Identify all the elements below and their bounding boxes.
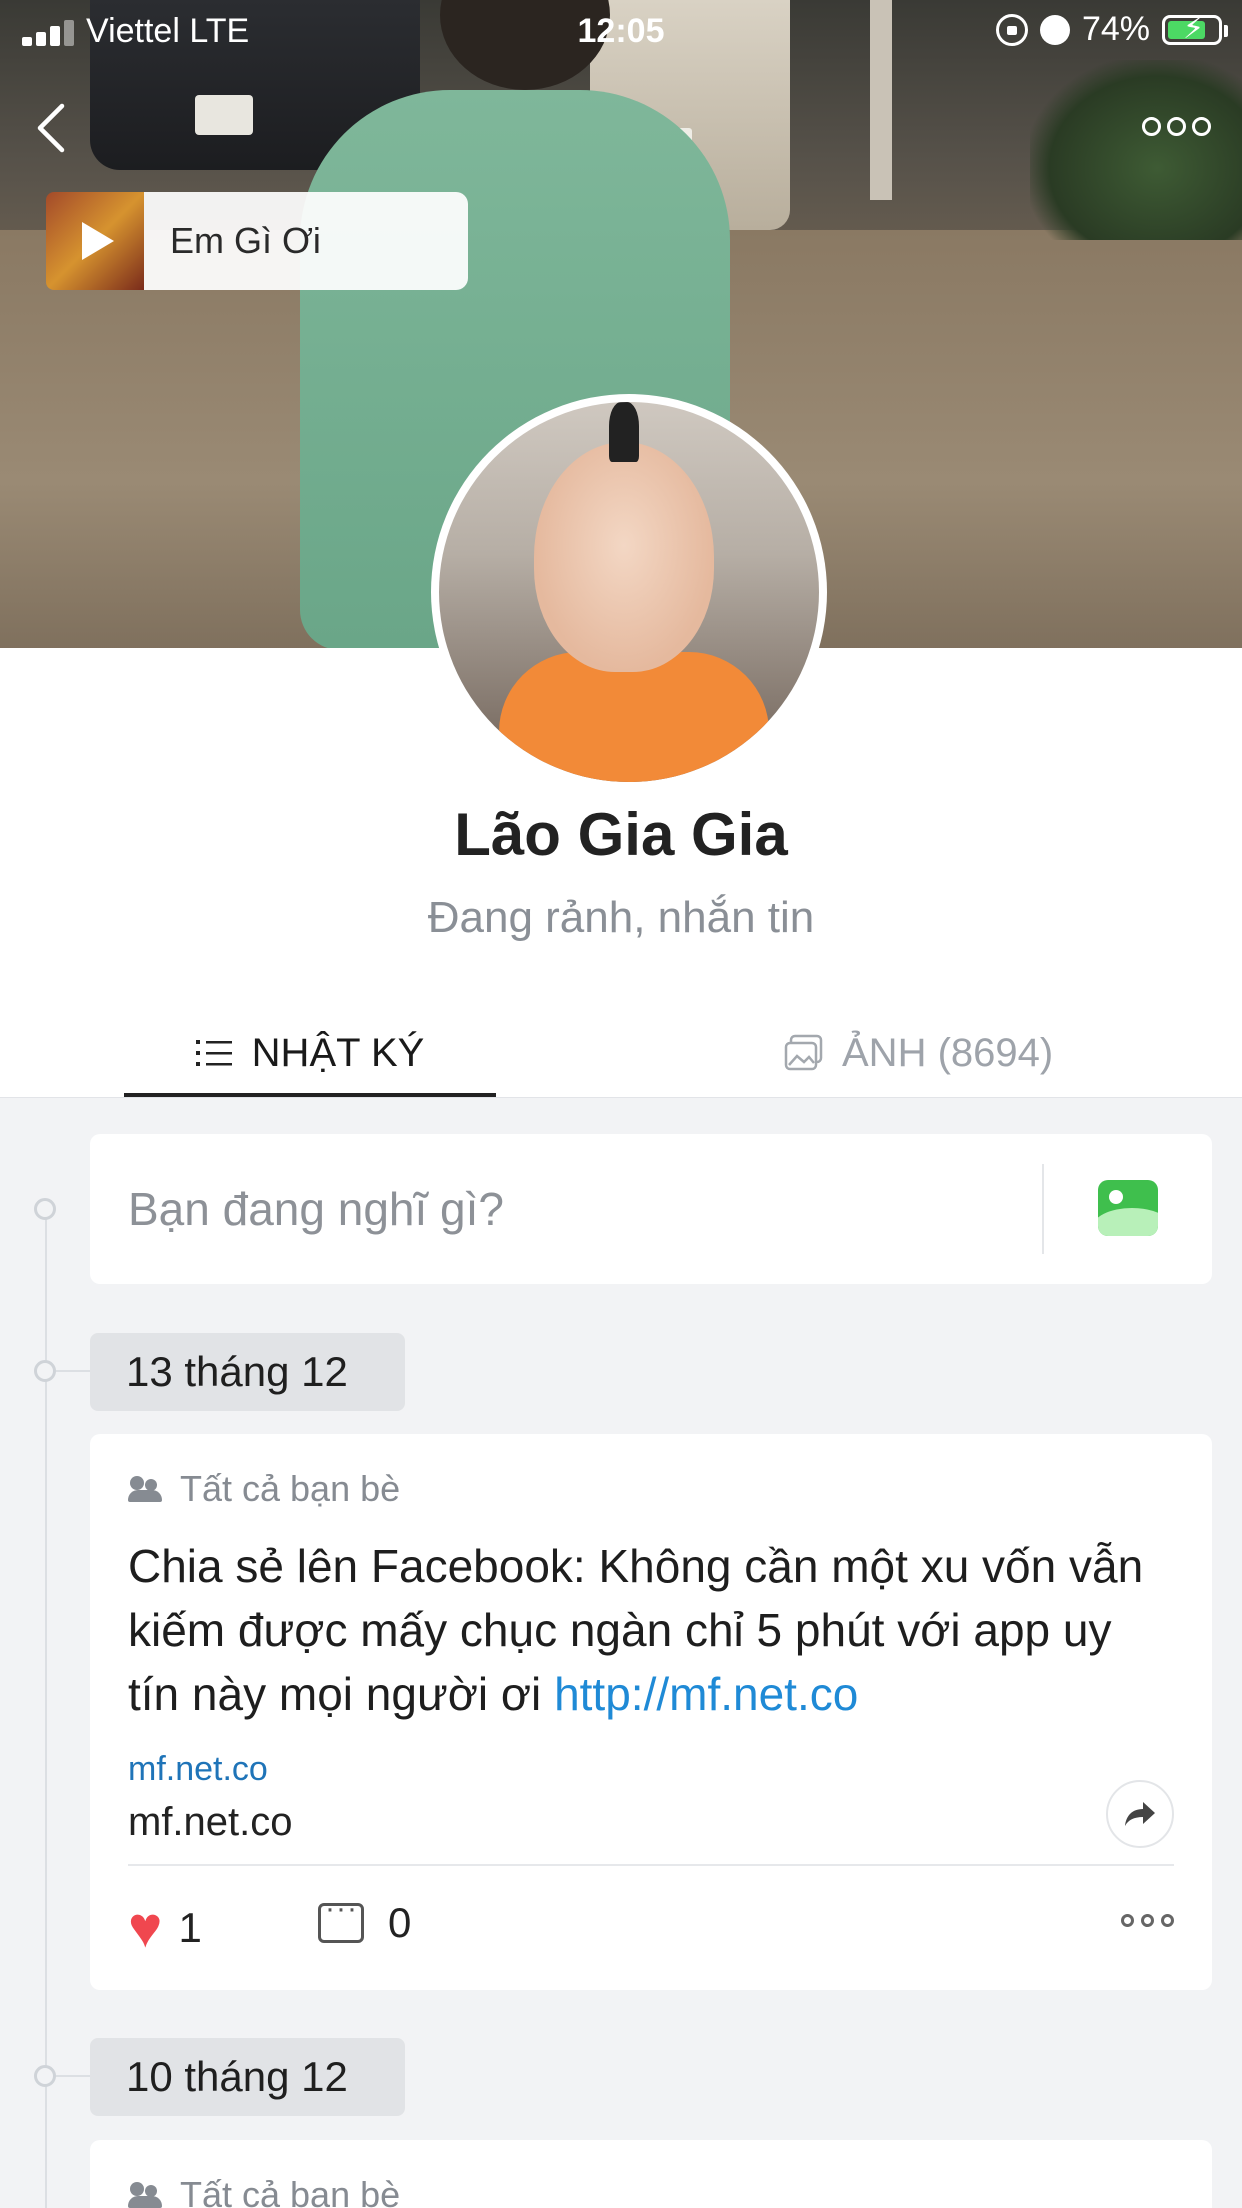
more-options-button[interactable]	[1142, 108, 1212, 144]
post-more-button[interactable]	[1121, 1914, 1174, 1927]
cover-trees	[1030, 60, 1242, 240]
more-dot-icon	[1121, 1914, 1134, 1927]
friends-icon	[128, 1476, 162, 1502]
link-preview-domain[interactable]: mf.net.co	[128, 1750, 268, 1789]
cover-plate-left	[195, 95, 253, 135]
status-bar: Viettel LTE 12:05 74% ⚡	[0, 0, 1242, 62]
timeline-line	[45, 1208, 47, 2208]
tab-diary-label: NHẬT KÝ	[251, 1030, 425, 1075]
avatar-face	[534, 442, 714, 672]
date-chip: 10 tháng 12	[90, 2038, 405, 2116]
share-arrow-icon	[1125, 1802, 1155, 1826]
music-title: Em Gì Ơi	[144, 192, 468, 290]
status-right: 74% ⚡	[995, 10, 1228, 49]
list-icon	[195, 1040, 232, 1066]
back-button[interactable]	[30, 98, 80, 158]
avatar-image	[439, 402, 819, 782]
music-thumbnail[interactable]	[46, 192, 144, 290]
more-dot-icon	[1141, 1914, 1154, 1927]
comment-button[interactable]: 0	[318, 1892, 412, 1947]
photos-icon	[784, 1034, 823, 1071]
privacy-label: Tất cả bạn bè	[180, 1468, 401, 1509]
rotation-lock-icon	[995, 13, 1028, 46]
more-dot-icon	[1192, 116, 1211, 136]
chevron-left-icon	[37, 103, 65, 153]
comment-count: 0	[388, 1899, 412, 1946]
tab-photos[interactable]: ẢNH (8694)	[784, 1008, 1053, 1098]
post-divider	[128, 1864, 1174, 1866]
profile-name: Lão Gia Gia	[454, 801, 788, 868]
profile-status: Đang rảnh, nhắn tin	[427, 893, 815, 942]
composer-placeholder[interactable]: Bạn đang nghĩ gì?	[128, 1182, 504, 1236]
avatar[interactable]	[431, 394, 827, 790]
composer-divider	[1042, 1164, 1044, 1254]
post-text: Chia sẻ lên Facebook: Không cần một xu v…	[128, 1534, 1168, 1726]
more-dot-icon	[1161, 1914, 1174, 1927]
status-composer[interactable]: Bạn đang nghĩ gì?	[90, 1134, 1212, 1284]
date-chip: 13 tháng 12	[90, 1333, 405, 1411]
avatar-hair	[609, 402, 639, 462]
privacy-label: Tất cả bạn bè	[180, 2174, 401, 2208]
heart-icon: ♥	[128, 1895, 163, 1960]
friends-icon	[128, 2182, 162, 2208]
timeline-dot	[34, 1198, 56, 1220]
image-upload-icon[interactable]	[1098, 1180, 1158, 1236]
profile-music-chip[interactable]: Em Gì Ơi	[46, 192, 468, 290]
like-count: 1	[178, 1904, 202, 1951]
tab-diary[interactable]: NHẬT KÝ	[124, 1008, 496, 1098]
comment-icon	[318, 1892, 364, 1943]
more-dot-icon	[1167, 116, 1186, 136]
tab-photos-label: ẢNH (8694)	[842, 1030, 1054, 1075]
alarm-icon	[1039, 14, 1070, 45]
post-card[interactable]: Tất cả bạn bè	[90, 2140, 1212, 2208]
post-card[interactable]: Tất cả bạn bè Chia sẻ lên Facebook: Khôn…	[90, 1434, 1212, 1990]
link-preview-title[interactable]: mf.net.co	[128, 1800, 293, 1845]
timeline-dot	[34, 2065, 56, 2087]
timeline-dot	[34, 1360, 56, 1382]
share-button[interactable]	[1106, 1780, 1174, 1848]
battery-icon: ⚡	[1162, 13, 1228, 45]
more-dot-icon	[1142, 116, 1161, 136]
play-icon	[82, 222, 114, 260]
post-privacy: Tất cả bạn bè	[128, 1468, 400, 1510]
like-button[interactable]: ♥ 1	[128, 1899, 202, 1957]
active-tab-indicator	[124, 1093, 496, 1097]
post-link[interactable]: http://mf.net.co	[554, 1668, 858, 1720]
battery-percent: 74%	[1081, 10, 1150, 48]
post-privacy: Tất cả bạn bè	[128, 2174, 400, 2208]
